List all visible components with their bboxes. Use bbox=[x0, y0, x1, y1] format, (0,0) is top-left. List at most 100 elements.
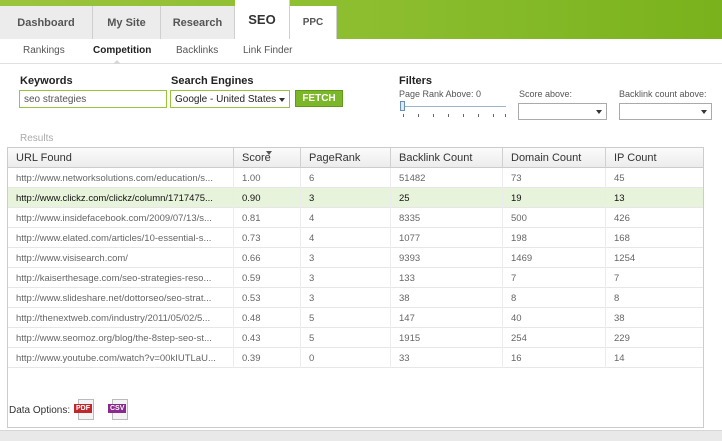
table-row[interactable]: http://thenextweb.com/industry/2011/05/0… bbox=[8, 308, 703, 328]
cell-score: 0.66 bbox=[234, 248, 301, 268]
col-backlink-count[interactable]: Backlink Count bbox=[391, 148, 503, 168]
cell-ip-count: 13 bbox=[614, 192, 625, 204]
col-pagerank[interactable]: PageRank bbox=[301, 148, 391, 168]
cell-backlink-count: 1915 bbox=[391, 328, 503, 348]
tab-my-site[interactable]: My Site bbox=[93, 6, 161, 39]
data-options-label: Data Options: bbox=[9, 405, 71, 416]
cell-ip-count: 7 bbox=[614, 272, 620, 284]
cell-domain-count: 19 bbox=[503, 188, 606, 208]
cell-backlink-count: 8335 bbox=[391, 208, 503, 228]
csv-tag: CSV bbox=[108, 404, 127, 413]
filters-title: Filters bbox=[399, 75, 433, 87]
sub-nav: Rankings Competition Backlinks Link Find… bbox=[0, 39, 722, 64]
keywords-label: Keywords bbox=[20, 75, 73, 87]
cell-ip-count: 1254 bbox=[614, 252, 636, 264]
cell-url: http://www.visisearch.com/ bbox=[8, 248, 234, 268]
table-row[interactable]: http://kaiserthesage.com/seo-strategies-… bbox=[8, 268, 703, 288]
cell-url: http://www.networksolutions.com/educatio… bbox=[8, 168, 234, 188]
tab-research[interactable]: Research bbox=[161, 6, 235, 39]
slider-tick bbox=[493, 114, 494, 117]
cell-score: 0.43 bbox=[234, 328, 301, 348]
subnav-competition[interactable]: Competition bbox=[93, 45, 151, 56]
col-domain-count[interactable]: Domain Count bbox=[503, 148, 606, 168]
cell-ip-count: 8 bbox=[614, 292, 620, 304]
cell-ip-count: 38 bbox=[614, 312, 625, 324]
cell-pagerank: 3 bbox=[301, 268, 391, 288]
page-rank-label: Page Rank Above: 0 bbox=[399, 89, 482, 99]
cell-ip-count: 168 bbox=[614, 232, 630, 244]
col-ip-count[interactable]: IP Count bbox=[606, 148, 703, 168]
score-above-select[interactable] bbox=[518, 103, 607, 120]
backlink-above-select[interactable] bbox=[619, 103, 712, 120]
search-engine-value: Google - United States bbox=[175, 94, 277, 105]
cell-pagerank: 4 bbox=[301, 228, 391, 248]
table-row[interactable]: http://www.slideshare.net/dottorseo/seo-… bbox=[8, 288, 703, 308]
cell-score: 0.48 bbox=[234, 308, 301, 328]
cell-domain-count: 500 bbox=[503, 208, 606, 228]
page-rank-slider-handle[interactable] bbox=[400, 101, 405, 111]
keywords-input[interactable]: seo strategies bbox=[19, 90, 167, 108]
pdf-export-icon[interactable]: PDF bbox=[74, 399, 96, 421]
csv-export-icon[interactable]: CSV bbox=[108, 399, 130, 421]
cell-pagerank: 3 bbox=[301, 288, 391, 308]
subnav-rankings[interactable]: Rankings bbox=[23, 45, 65, 56]
cell-score: 0.90 bbox=[234, 188, 301, 208]
cell-pagerank: 3 bbox=[301, 248, 391, 268]
subnav-link-finder[interactable]: Link Finder bbox=[243, 45, 292, 56]
cell-ip-count: 14 bbox=[614, 352, 625, 364]
fetch-button[interactable]: FETCH bbox=[295, 90, 343, 107]
col-url-found[interactable]: URL Found bbox=[8, 148, 234, 168]
tab-dashboard[interactable]: Dashboard bbox=[0, 6, 93, 39]
tab-ppc[interactable]: PPC bbox=[290, 6, 337, 39]
cell-pagerank: 6 bbox=[301, 168, 391, 188]
page-rank-slider-track[interactable] bbox=[402, 106, 506, 107]
cell-pagerank: 4 bbox=[301, 208, 391, 228]
tab-seo[interactable]: SEO bbox=[235, 0, 290, 39]
cell-domain-count: 1469 bbox=[503, 248, 606, 268]
table-row[interactable]: http://www.elated.com/articles/10-essent… bbox=[8, 228, 703, 248]
table-row[interactable]: http://www.seomoz.org/blog/the-8step-seo… bbox=[8, 328, 703, 348]
subnav-backlinks[interactable]: Backlinks bbox=[176, 45, 218, 56]
search-engines-label: Search Engines bbox=[171, 75, 254, 87]
table-row[interactable]: http://www.networksolutions.com/educatio… bbox=[8, 168, 703, 188]
slider-tick bbox=[478, 114, 479, 117]
cell-url: http://www.insidefacebook.com/2009/07/13… bbox=[8, 208, 234, 228]
table-row[interactable]: http://www.youtube.com/watch?v=00kIUTLaU… bbox=[8, 348, 703, 368]
cell-domain-count: 7 bbox=[503, 268, 606, 288]
cell-backlink-count: 1077 bbox=[391, 228, 503, 248]
cell-score: 0.81 bbox=[234, 208, 301, 228]
table-header: URL Found Score PageRank Backlink Count … bbox=[8, 148, 703, 168]
cell-score: 0.53 bbox=[234, 288, 301, 308]
cell-score: 0.39 bbox=[234, 348, 301, 368]
cell-url: http://thenextweb.com/industry/2011/05/0… bbox=[8, 308, 234, 328]
cell-url: http://www.clickz.com/clickz/column/1717… bbox=[8, 188, 234, 208]
slider-tick bbox=[418, 114, 419, 117]
cell-backlink-count: 9393 bbox=[391, 248, 503, 268]
cell-domain-count: 8 bbox=[503, 288, 606, 308]
cell-url: http://www.youtube.com/watch?v=00kIUTLaU… bbox=[8, 348, 234, 368]
cell-backlink-count: 133 bbox=[391, 268, 503, 288]
table-row[interactable]: http://www.visisearch.com/ 0.66 3 9393 1… bbox=[8, 248, 703, 268]
cell-pagerank: 5 bbox=[301, 328, 391, 348]
cell-pagerank: 3 bbox=[301, 188, 391, 208]
cell-url: http://www.slideshare.net/dottorseo/seo-… bbox=[8, 288, 234, 308]
cell-url: http://www.seomoz.org/blog/the-8step-seo… bbox=[8, 328, 234, 348]
slider-tick bbox=[463, 114, 464, 117]
active-subnav-caret bbox=[113, 60, 121, 64]
cell-url: http://www.elated.com/articles/10-essent… bbox=[8, 228, 234, 248]
slider-tick bbox=[505, 114, 506, 117]
cell-ip-count: 426 bbox=[614, 212, 630, 224]
cell-domain-count: 73 bbox=[503, 168, 606, 188]
horizontal-scrollbar[interactable] bbox=[0, 430, 722, 441]
cell-pagerank: 5 bbox=[301, 308, 391, 328]
slider-tick bbox=[448, 114, 449, 117]
table-row[interactable]: http://www.insidefacebook.com/2009/07/13… bbox=[8, 208, 703, 228]
slider-tick bbox=[433, 114, 434, 117]
cell-backlink-count: 38 bbox=[391, 288, 503, 308]
cell-backlink-count: 51482 bbox=[391, 168, 503, 188]
cell-domain-count: 198 bbox=[503, 228, 606, 248]
table-row-selected[interactable]: http://www.clickz.com/clickz/column/1717… bbox=[8, 188, 703, 208]
cell-ip-count: 229 bbox=[614, 332, 630, 344]
search-engine-select[interactable]: Google - United States bbox=[170, 90, 290, 108]
cell-ip-count: 45 bbox=[614, 172, 625, 184]
